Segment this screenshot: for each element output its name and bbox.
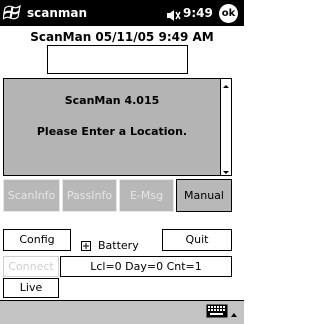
app-title: scanman (27, 6, 88, 20)
speaker-icon[interactable] (166, 7, 182, 21)
quit-button[interactable]: Quit (162, 229, 232, 251)
sip-arrow-icon[interactable] (229, 305, 239, 317)
live-button[interactable]: Live (3, 278, 59, 298)
clock[interactable]: 9:49 (183, 6, 213, 20)
message-text: Please Enter a Location. (36, 125, 188, 138)
connect-button[interactable]: Connect (3, 256, 59, 277)
manual-button[interactable]: Manual (176, 179, 232, 212)
scaninfo-button[interactable]: ScanInfo (3, 179, 60, 212)
scroll-up-arrow-icon[interactable] (220, 78, 232, 90)
config-button[interactable]: Config (3, 229, 71, 251)
emsg-button[interactable]: E-Msg (119, 179, 174, 212)
battery-expand-icon[interactable] (81, 236, 91, 251)
keyboard-icon[interactable] (206, 303, 228, 318)
status-field: Lcl=0 Day=0 Cnt=1 (60, 256, 232, 277)
location-input[interactable] (47, 45, 188, 74)
message-version: ScanMan 4.015 (64, 94, 160, 107)
passinfo-button[interactable]: PassInfo (62, 179, 117, 212)
header-datetime: ScanMan 05/11/05 9:49 AM (30, 30, 214, 44)
ok-button[interactable]: ok (219, 4, 238, 23)
scroll-down-arrow-icon[interactable] (220, 163, 232, 175)
battery-label: Battery (98, 239, 139, 252)
start-menu-icon[interactable] (2, 4, 23, 22)
